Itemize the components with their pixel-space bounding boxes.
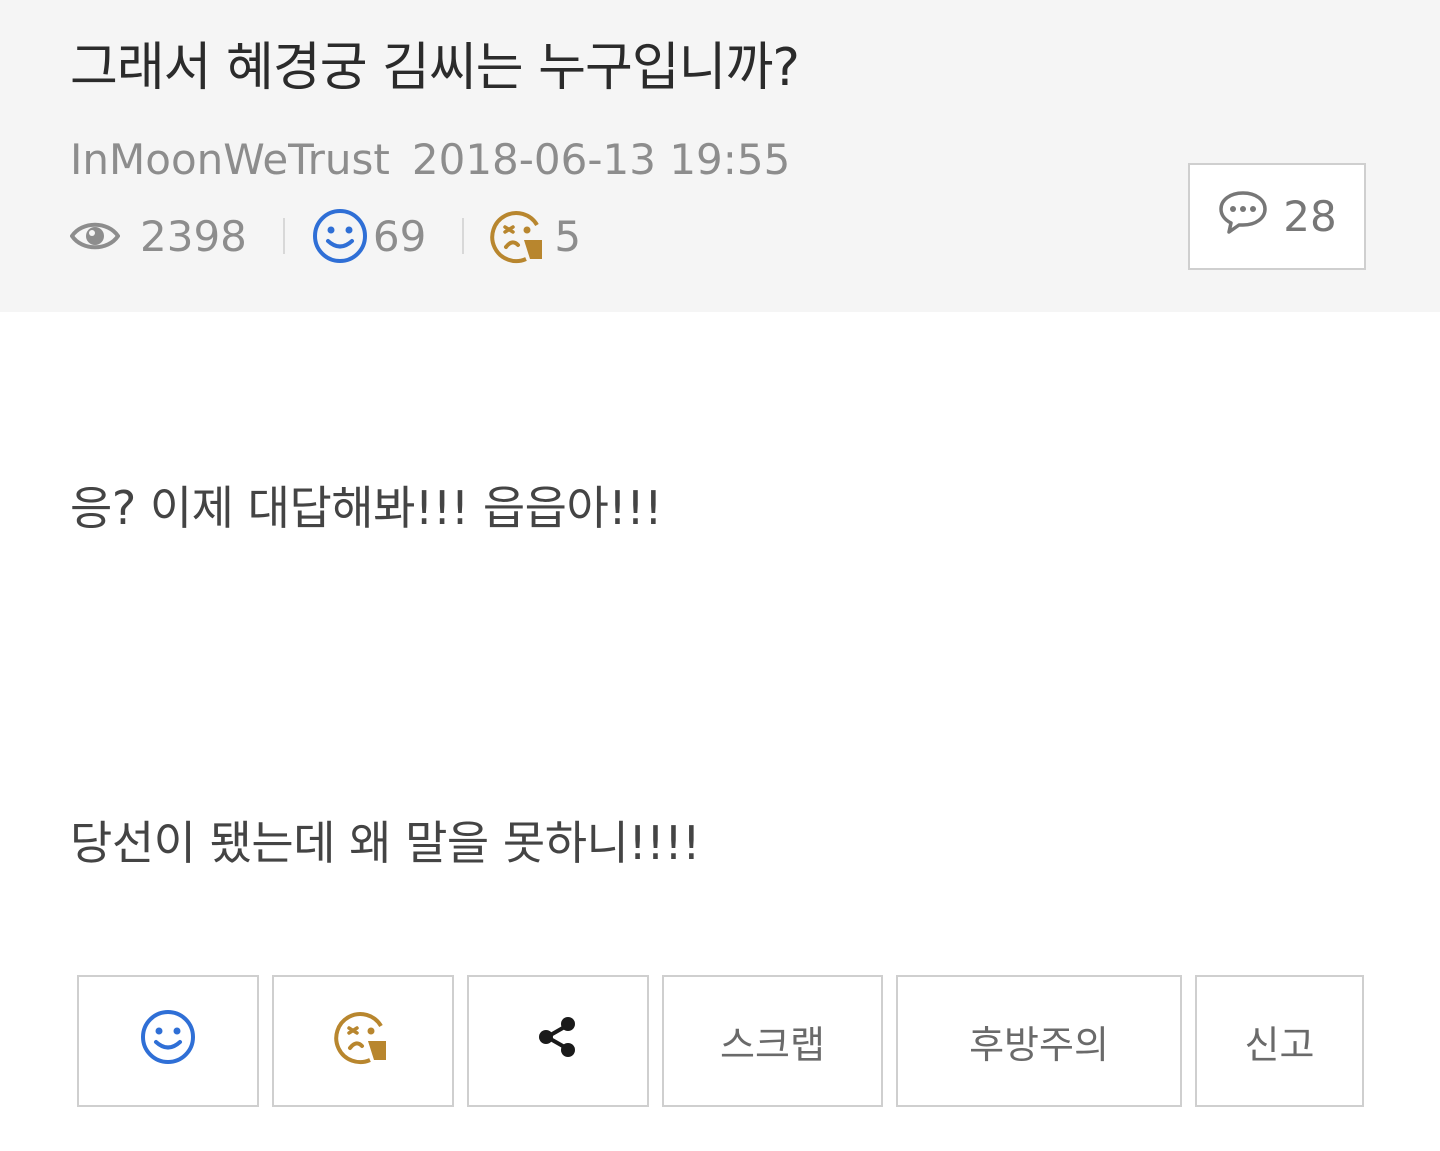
dislike-count-value: 5 <box>554 211 582 261</box>
stat-divider <box>282 218 285 254</box>
share-button[interactable] <box>467 975 649 1107</box>
stat-divider <box>462 218 465 254</box>
dislike-face-icon <box>334 1008 392 1075</box>
post-body-line: 응? 이제 대답해봐!!! 읍읍아!!! <box>70 481 663 535</box>
like-count-value: 69 <box>372 211 427 261</box>
post-meta: InMoonWeTrust 2018-06-13 19:55 <box>70 132 790 188</box>
post-stats: 2398 69 5 <box>70 206 581 266</box>
dislike-button[interactable] <box>272 975 454 1107</box>
like-button[interactable] <box>77 975 259 1107</box>
speech-bubble-icon <box>1217 189 1283 245</box>
view-count: 2398 <box>70 212 247 261</box>
view-count-value: 2398 <box>140 211 247 261</box>
post-body-line: 당선이 됐는데 왜 말을 못하니!!!! <box>70 816 701 870</box>
dislike-face-icon <box>490 207 548 265</box>
post-title: 그래서 혜경궁 김씨는 누구입니까? <box>70 38 800 98</box>
scrap-button[interactable]: 스크랩 <box>662 975 883 1107</box>
post-header: 그래서 혜경궁 김씨는 누구입니까? InMoonWeTrust 2018-06-… <box>0 0 1440 312</box>
dislike-count: 5 <box>490 207 581 265</box>
smile-icon <box>311 207 369 265</box>
smile-icon <box>139 1008 197 1075</box>
post-date: 2018-06-13 19:55 <box>411 135 791 184</box>
nsfw-warning-button[interactable]: 후방주의 <box>896 975 1182 1107</box>
comment-count-value: 28 <box>1283 192 1337 241</box>
author-name[interactable]: InMoonWeTrust <box>70 135 390 184</box>
share-icon <box>536 1015 580 1068</box>
eye-icon <box>70 219 120 253</box>
report-button[interactable]: 신고 <box>1195 975 1364 1107</box>
comment-count-button[interactable]: 28 <box>1188 163 1366 270</box>
like-count: 69 <box>311 207 426 265</box>
